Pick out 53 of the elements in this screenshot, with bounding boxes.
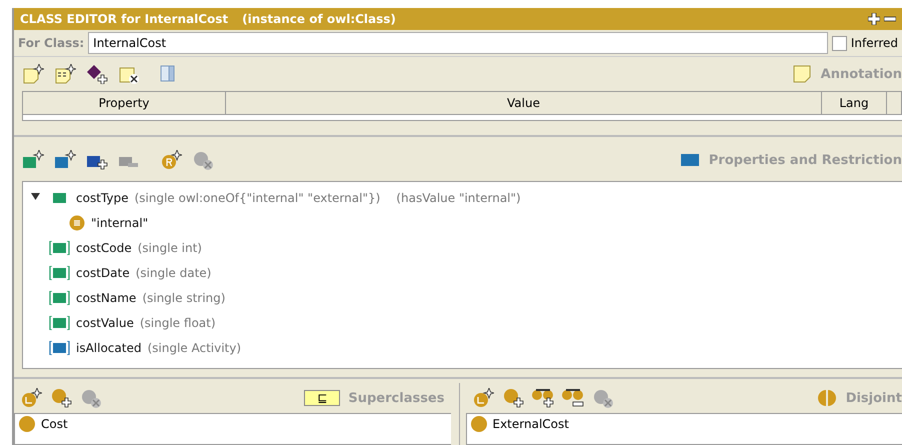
window-subtitle: (instance of owl:Class) [242, 12, 396, 26]
section-title: Superclasses [348, 390, 444, 406]
delete-icon[interactable] [192, 149, 214, 171]
remove-disjoint-icon[interactable] [562, 387, 584, 409]
delete-icon[interactable] [80, 387, 102, 409]
collapse-icon[interactable] [31, 192, 40, 201]
property-detail: (single Activity) [147, 340, 242, 354]
property-icon [680, 154, 699, 166]
list-item[interactable]: Cost [41, 417, 68, 431]
add-class-icon[interactable] [50, 387, 72, 409]
value-icon [69, 214, 85, 230]
column-header[interactable]: Property [23, 92, 226, 114]
new-class-icon[interactable] [20, 388, 42, 408]
new-doc-note-icon[interactable] [54, 64, 76, 84]
new-property-icon[interactable] [22, 150, 44, 170]
note-icon [792, 65, 811, 83]
class-icon [470, 416, 486, 432]
section-title: Annotation [820, 66, 902, 82]
for-class-label: For Class: [18, 36, 84, 50]
column-header[interactable]: Value [226, 92, 822, 114]
property-detail: (hasValue "internal") [396, 190, 521, 204]
list-item[interactable]: ExternalCost [492, 417, 569, 431]
add-disjoint-icon[interactable] [532, 387, 554, 409]
tree-item[interactable]: costName [76, 290, 136, 304]
tree-item[interactable]: costType [76, 190, 128, 204]
add-icon[interactable] [868, 13, 880, 25]
new-class-icon[interactable] [472, 388, 494, 408]
tree-item[interactable]: isAllocated [76, 340, 142, 354]
delete-icon[interactable] [592, 387, 614, 409]
tree-item[interactable]: costCode [76, 240, 132, 254]
diamond-add-icon[interactable] [86, 64, 108, 84]
add-class-icon[interactable] [502, 387, 524, 409]
class-icon [19, 416, 35, 432]
property-detail: (single owl:oneOf{"internal" "external"}) [134, 190, 380, 204]
new-restriction-icon[interactable] [160, 150, 182, 170]
class-name-field[interactable]: InternalCost [88, 32, 828, 54]
new-property-icon[interactable] [54, 150, 76, 170]
window-title: CLASS EDITOR for InternalCost [20, 12, 228, 26]
subclass-toggle-button[interactable]: ⊑ [304, 390, 340, 406]
disjoint-icon [816, 389, 838, 407]
property-detail: (single date) [136, 266, 212, 280]
section-title: Properties and Restriction [708, 152, 902, 168]
section-title: Disjoint [846, 390, 902, 406]
new-note-icon[interactable] [22, 64, 44, 84]
column-header[interactable]: Lang [822, 92, 887, 114]
inferred-checkbox[interactable] [832, 36, 847, 50]
property-detail: (single float) [140, 316, 216, 330]
tree-item[interactable]: "internal" [91, 216, 148, 230]
inferred-label: Inferred [850, 36, 898, 50]
property-detail: (single int) [138, 240, 202, 254]
property-detail: (single string) [142, 290, 226, 304]
tree-item[interactable]: costValue [76, 316, 134, 330]
tree-item[interactable]: costDate [76, 266, 130, 280]
